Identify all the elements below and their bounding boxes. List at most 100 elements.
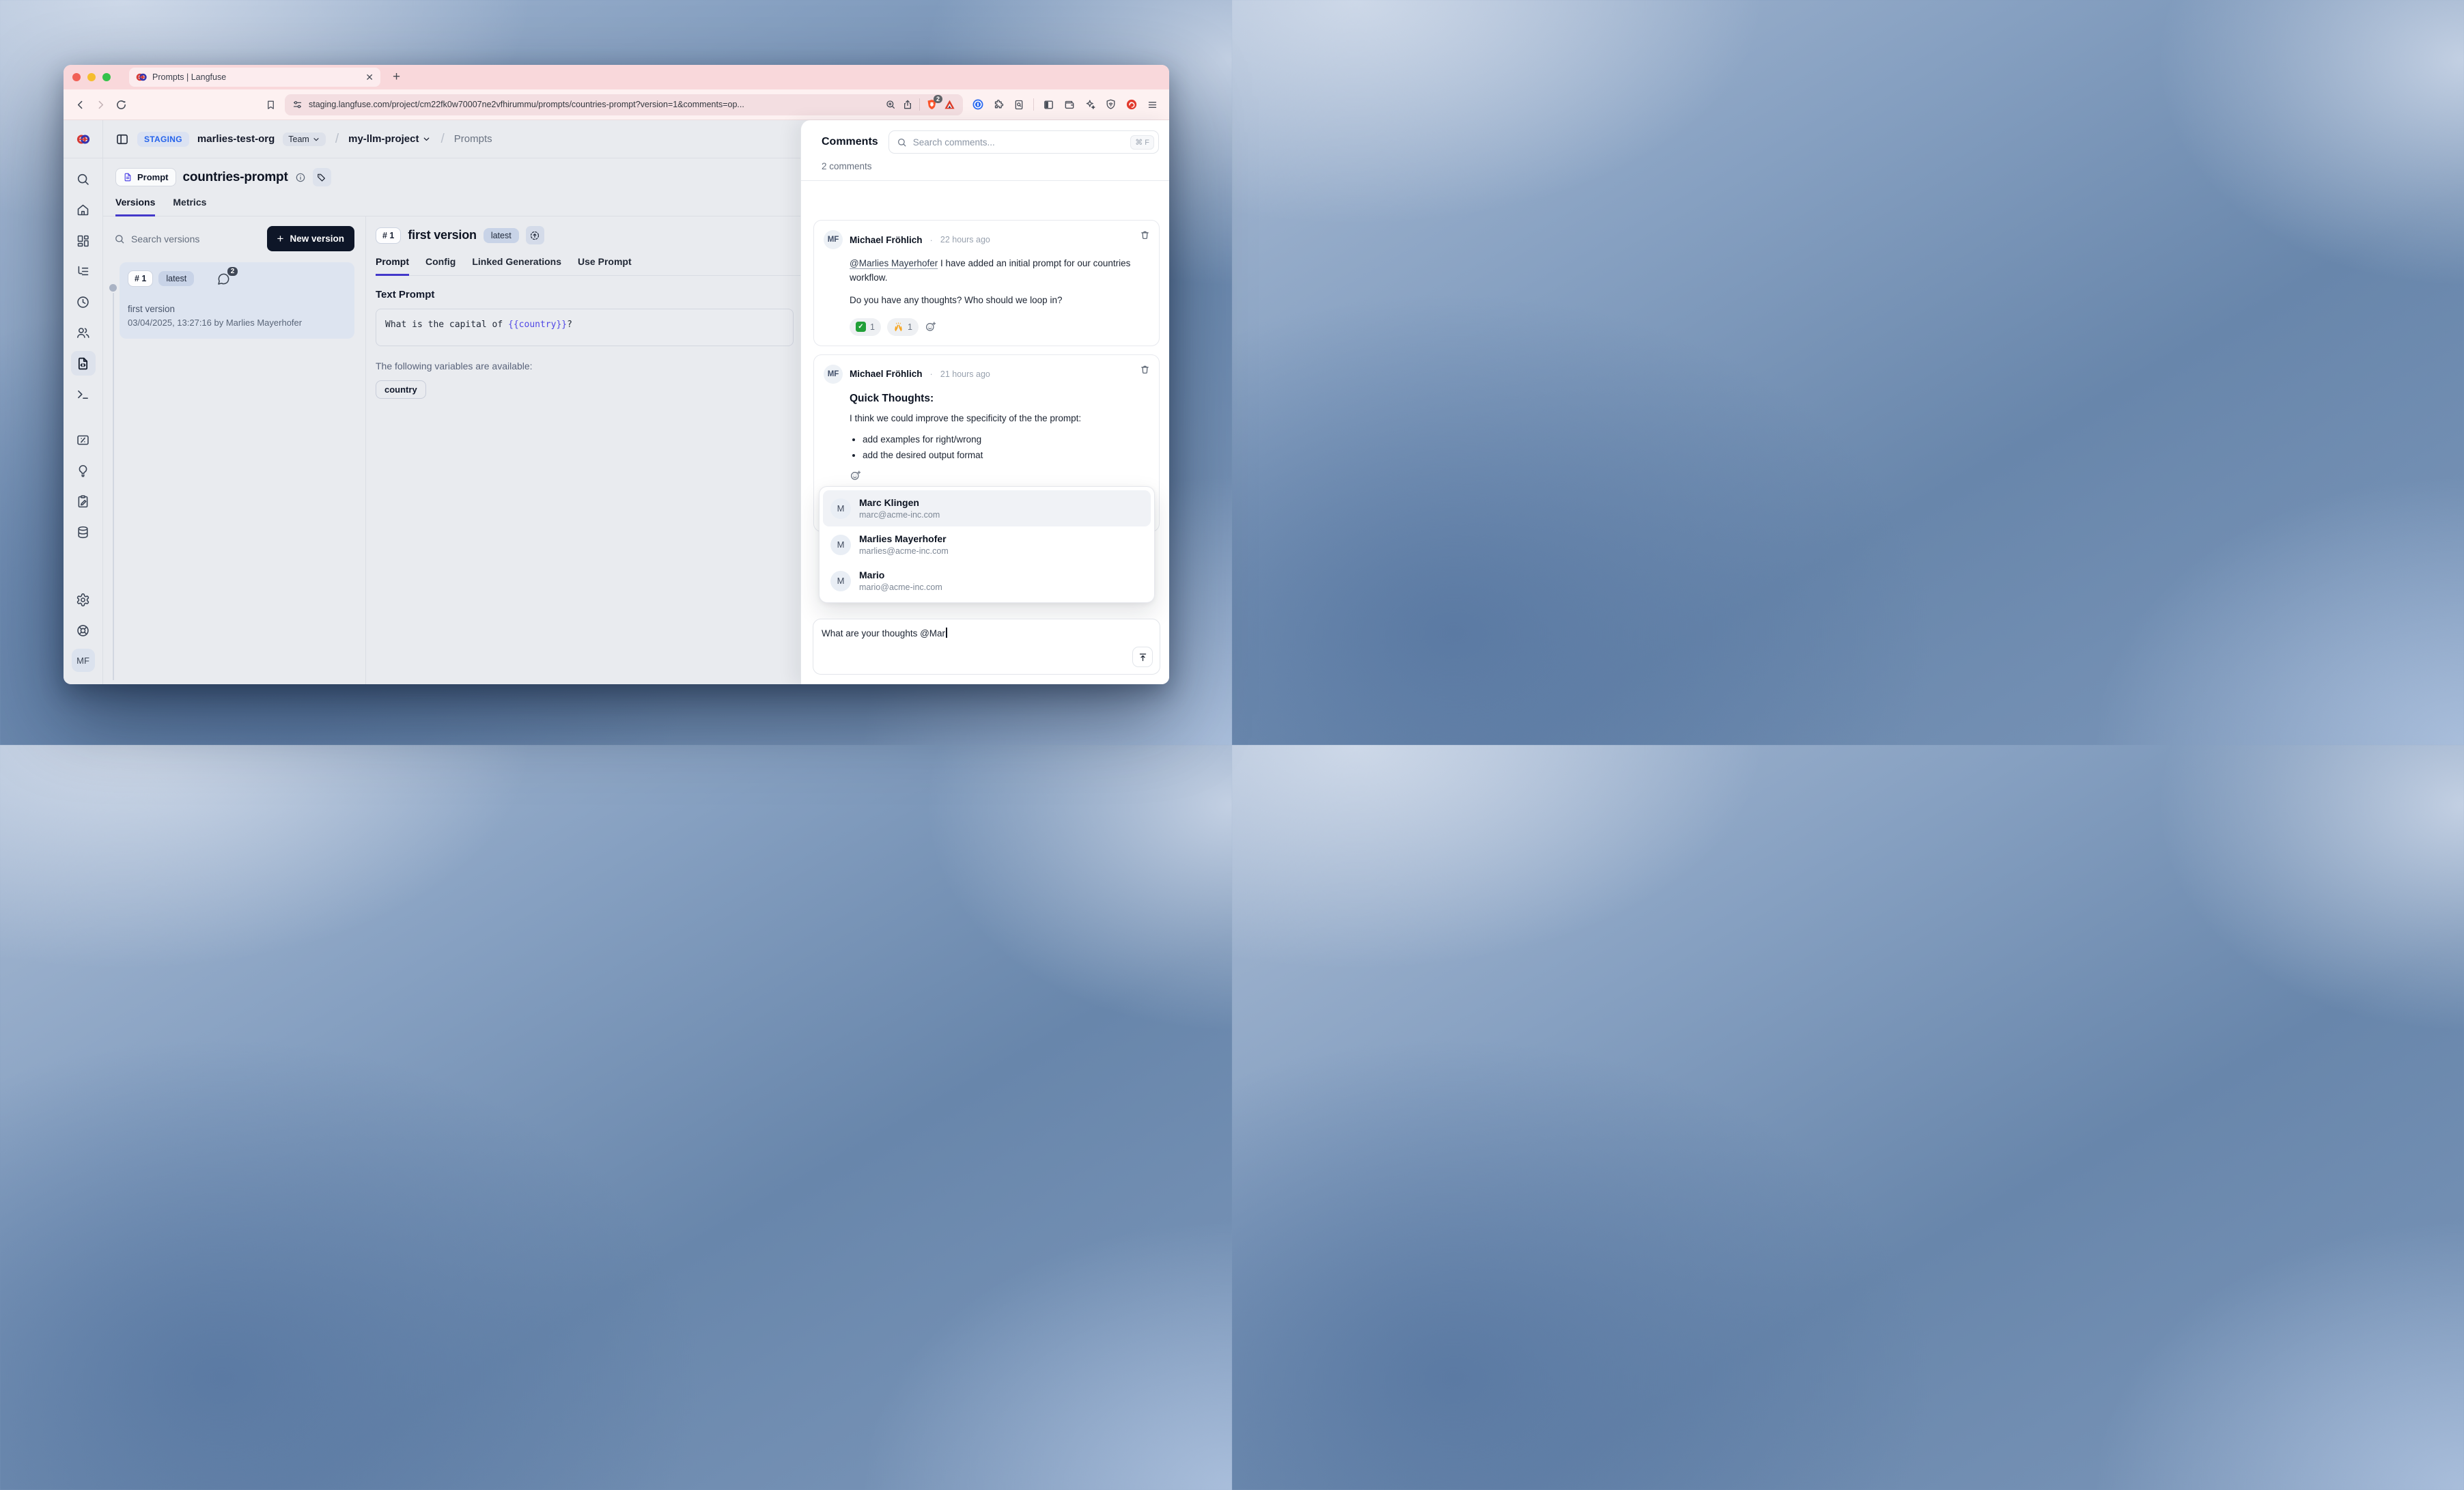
prompts-icon[interactable] [71, 351, 96, 376]
rewards-icon[interactable] [1125, 98, 1138, 111]
tab-prompt[interactable]: Prompt [376, 256, 409, 276]
breadcrumb-org[interactable]: marlies-test-org [197, 133, 275, 145]
comments-title: Comments [822, 136, 878, 148]
extensions-puzzle-icon[interactable] [993, 99, 1005, 111]
vpn-shield-icon[interactable] [1105, 98, 1117, 111]
sidebar-toggle-icon[interactable] [1043, 99, 1054, 111]
user-avatar[interactable]: MF [72, 649, 95, 672]
mention-link[interactable]: @Marlies Mayerhofer [850, 258, 938, 268]
mention-option-marc[interactable]: M Marc Klingen marc@acme-inc.com [823, 490, 1151, 526]
info-icon[interactable] [295, 172, 306, 183]
url-text[interactable]: staging.langfuse.com/project/cm22fk0w700… [309, 100, 879, 109]
avatar: M [830, 535, 851, 555]
versions-list-panel: Search versions + New version # 1 latest [103, 216, 366, 684]
menu-icon[interactable] [1147, 100, 1158, 110]
support-lifebuoy-icon[interactable] [71, 618, 96, 643]
avatar: MF [824, 230, 843, 249]
page-title: countries-prompt [183, 170, 288, 185]
search-versions-placeholder: Search versions [131, 234, 199, 244]
send-icon [1138, 652, 1148, 662]
tag-button[interactable] [313, 168, 331, 186]
mention-email: marc@acme-inc.com [859, 510, 940, 520]
sessions-clock-icon[interactable] [71, 290, 96, 314]
breadcrumb-separator: / [334, 132, 340, 147]
users-icon[interactable] [71, 320, 96, 345]
datasets-database-icon[interactable] [71, 520, 96, 544]
zoom-in-icon[interactable] [885, 99, 896, 110]
mention-option-mario[interactable]: M Mario mario@acme-inc.com [823, 563, 1151, 599]
window-controls [72, 73, 111, 81]
add-reaction-icon[interactable] [925, 321, 936, 333]
annotation-icon[interactable] [71, 489, 96, 514]
tab-use-prompt[interactable]: Use Prompt [578, 256, 632, 276]
maximize-window-button[interactable] [102, 73, 111, 81]
brave-shield-icon[interactable]: 2 [926, 98, 938, 111]
prompt-type-badge: Prompt [115, 168, 176, 186]
submit-comment-button[interactable] [1132, 647, 1153, 667]
delete-comment-icon[interactable] [1140, 364, 1150, 375]
dashboards-icon[interactable] [71, 228, 96, 253]
wallet-icon[interactable] [1063, 99, 1076, 111]
prompt-code-box: What is the capital of {{country}}? [376, 309, 794, 346]
leo-sparkle-icon[interactable] [1084, 99, 1096, 111]
breadcrumb-project[interactable]: my-llm-project [348, 133, 431, 145]
url-bar[interactable]: staging.langfuse.com/project/cm22fk0w700… [285, 94, 963, 115]
promote-icon [529, 230, 540, 241]
close-window-button[interactable] [72, 73, 81, 81]
org-role-pill[interactable]: Team [283, 132, 326, 146]
minimize-window-button[interactable] [87, 73, 96, 81]
site-settings-icon[interactable] [292, 100, 303, 110]
back-icon[interactable] [74, 99, 86, 111]
home-icon[interactable] [71, 197, 96, 222]
playground-terminal-icon[interactable] [71, 382, 96, 406]
password-manager-icon[interactable] [972, 98, 984, 111]
close-tab-icon[interactable]: ✕ [365, 72, 374, 82]
triangle-extension-icon[interactable] [944, 99, 955, 110]
browser-tab[interactable]: Prompts | Langfuse ✕ [129, 68, 380, 87]
tab-config[interactable]: Config [425, 256, 456, 276]
search-comments-input[interactable]: Search comments... ⌘ F [888, 130, 1159, 154]
version-number-badge: # 1 [128, 270, 153, 287]
variable-chip[interactable]: country [376, 380, 426, 399]
comment-author: Michael Fröhlich [850, 235, 923, 245]
prompt-text-suffix: ? [567, 320, 572, 330]
evaluation-icon[interactable] [71, 427, 96, 452]
version-number-badge: # 1 [376, 227, 401, 244]
mention-option-marlies[interactable]: M Marlies Mayerhofer marlies@acme-inc.co… [823, 526, 1151, 563]
breadcrumb-separator: / [439, 132, 445, 147]
delete-comment-icon[interactable] [1140, 229, 1150, 240]
avatar: M [830, 571, 851, 591]
reaction-raised-hands[interactable]: 1 [887, 318, 919, 336]
comment-count-badge: 2 [227, 267, 238, 276]
prompt-variable: {{country}} [508, 320, 567, 330]
search-icon[interactable] [71, 167, 96, 191]
lightbulb-icon[interactable] [71, 458, 96, 483]
panel-left-icon[interactable] [115, 132, 129, 146]
langfuse-favicon [136, 72, 147, 83]
settings-gear-icon[interactable] [71, 587, 96, 612]
new-version-button[interactable]: + New version [267, 226, 354, 251]
reactions-row: ✓ 1 1 [850, 318, 1149, 336]
bookmark-icon[interactable] [266, 100, 276, 110]
new-comment-input[interactable]: What are your thoughts @Mar [813, 619, 1160, 675]
comments-bubble-icon[interactable]: 2 [217, 272, 230, 285]
browser-toolbar: staging.langfuse.com/project/cm22fk0w700… [64, 89, 1169, 120]
promote-version-button[interactable] [526, 226, 544, 244]
tab-versions[interactable]: Versions [115, 197, 155, 216]
reader-mode-icon[interactable] [1013, 99, 1024, 111]
detail-tabs: Prompt Config Linked Generations Use Pro… [376, 256, 813, 276]
new-tab-button[interactable]: + [393, 70, 400, 85]
search-versions-input[interactable]: Search versions [114, 234, 261, 244]
add-reaction-icon[interactable] [850, 470, 861, 481]
reload-icon[interactable] [115, 99, 127, 111]
tab-metrics[interactable]: Metrics [173, 197, 206, 216]
tracing-icon[interactable] [71, 259, 96, 283]
share-icon[interactable] [902, 99, 913, 110]
version-list-item[interactable]: # 1 latest 2 first version 03/04/2025, 1… [120, 262, 354, 339]
reaction-check[interactable]: ✓ 1 [850, 318, 881, 336]
tab-linked-generations[interactable]: Linked Generations [472, 256, 561, 276]
forward-icon[interactable] [95, 99, 107, 111]
search-icon [114, 234, 125, 244]
langfuse-logo[interactable] [64, 120, 102, 158]
version-title: first version [408, 228, 476, 242]
